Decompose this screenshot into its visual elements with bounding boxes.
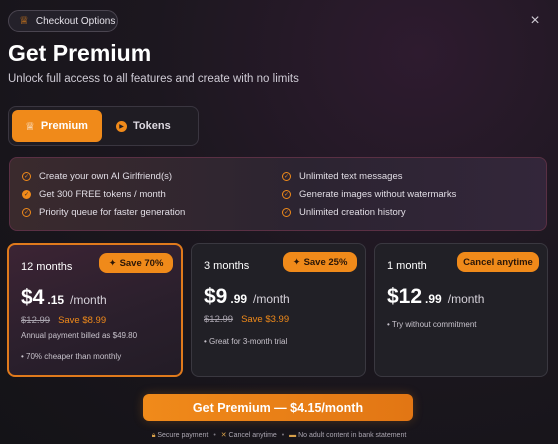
feature-label: Unlimited text messages bbox=[299, 171, 403, 182]
save-badge: ✦ Save 70% bbox=[99, 253, 173, 273]
billing-note: Annual payment billed as $49.80 bbox=[21, 331, 138, 340]
secure-payment-label: Secure payment bbox=[157, 432, 209, 439]
sparkle-icon: ✦ bbox=[108, 257, 117, 269]
feature-item: ✓ Generate images without watermarks bbox=[282, 189, 456, 200]
price-cents: .15 bbox=[47, 293, 65, 307]
lock-icon: 🔒︎ bbox=[151, 432, 156, 439]
plan-note: • Try without commitment bbox=[387, 320, 477, 329]
plan-price: $9 .99 /month bbox=[204, 285, 290, 309]
old-price: $12.99 bbox=[204, 314, 234, 325]
x-icon: ✕ bbox=[220, 432, 227, 439]
plan-type-tabs: ♕ Premium ▶ Tokens bbox=[8, 106, 199, 146]
plan-name: 1 month bbox=[387, 260, 427, 272]
save-amount: Save $8.99 bbox=[58, 315, 107, 326]
coin-icon: ▶ bbox=[116, 120, 127, 132]
price-main: $4 bbox=[21, 286, 45, 309]
plan-name: 3 months bbox=[204, 260, 250, 272]
plan-name: 12 months bbox=[21, 261, 73, 273]
cancel-anytime-footer-label: Cancel anytime bbox=[228, 432, 277, 439]
price-main: $12 bbox=[387, 285, 423, 308]
close-button[interactable]: × bbox=[528, 12, 542, 29]
feature-item: ✓ Unlimited text messages bbox=[282, 171, 402, 182]
checkout-options-pill[interactable]: ♕ Checkout Options bbox=[8, 10, 118, 32]
get-premium-button[interactable]: Get Premium — $4.15/month bbox=[143, 394, 413, 421]
feature-list: ✓ Create your own AI Girlfriend(s) ✓ Get… bbox=[9, 157, 547, 231]
tab-tokens[interactable]: ▶ Tokens bbox=[102, 110, 171, 142]
price-cents: .99 bbox=[230, 292, 248, 306]
feature-item: ✓ Priority queue for faster generation bbox=[22, 207, 185, 218]
check-circle-icon: ✓ bbox=[282, 190, 291, 199]
plan-card-3-months[interactable]: 3 months ✦ Save 25% $9 .99 /month $12.99… bbox=[191, 243, 366, 377]
trust-footer: 🔒︎ Secure payment • ✕ Cancel anytime • ▬… bbox=[0, 431, 558, 440]
separator: • bbox=[213, 432, 216, 439]
save-amount: Save $3.99 bbox=[241, 314, 290, 325]
tab-tokens-label: Tokens bbox=[133, 120, 171, 132]
check-circle-icon: ✓ bbox=[282, 172, 291, 181]
plan-card-1-month[interactable]: 1 month Cancel anytime $12 .99 /month • … bbox=[374, 243, 548, 377]
card-icon: ▬ bbox=[289, 432, 297, 439]
crown-icon: ♕ bbox=[19, 14, 29, 27]
no-adult-content-label: No adult content in bank statement bbox=[298, 432, 407, 439]
feature-label: Unlimited creation history bbox=[299, 207, 406, 218]
save-badge-label: Save 25% bbox=[303, 256, 348, 268]
price-period: /month bbox=[253, 292, 290, 306]
separator: • bbox=[281, 432, 285, 439]
plan-note: • Great for 3-month trial bbox=[204, 337, 288, 346]
crown-icon: ♕ bbox=[25, 120, 35, 133]
check-circle-icon: ✓ bbox=[22, 190, 31, 199]
premium-modal: ♕ Checkout Options × Get Premium Unlock … bbox=[0, 0, 558, 444]
feature-label: Priority queue for faster generation bbox=[39, 207, 186, 218]
price-period: /month bbox=[447, 292, 485, 306]
feature-label: Create your own AI Girlfriend(s) bbox=[39, 171, 173, 182]
check-circle-icon: ✓ bbox=[282, 208, 291, 217]
feature-item: ✓ Unlimited creation history bbox=[282, 207, 406, 218]
sparkle-icon: ✦ bbox=[292, 256, 301, 268]
page-title: Get Premium bbox=[8, 40, 152, 66]
price-cents: .99 bbox=[425, 292, 442, 306]
old-price: $12.99 bbox=[21, 315, 51, 326]
check-circle-icon: ✓ bbox=[22, 208, 31, 217]
close-icon: × bbox=[530, 12, 540, 29]
plan-price: $12 .99 /month bbox=[387, 285, 484, 309]
save-badge-label: Save 70% bbox=[119, 257, 164, 269]
price-period: /month bbox=[70, 293, 107, 307]
price-comparison: $12.99 Save $8.99 bbox=[21, 315, 106, 326]
check-circle-icon: ✓ bbox=[22, 172, 31, 181]
feature-item: ✓ Get 300 FREE tokens / month bbox=[22, 189, 166, 200]
save-badge: ✦ Save 25% bbox=[283, 252, 357, 272]
page-subtitle: Unlock full access to all features and c… bbox=[8, 73, 299, 85]
feature-item: ✓ Create your own AI Girlfriend(s) bbox=[22, 171, 172, 182]
plan-note: • 70% cheaper than monthly bbox=[21, 352, 122, 361]
cancel-anytime-badge: Cancel anytime bbox=[457, 252, 539, 272]
feature-label: Generate images without watermarks bbox=[299, 189, 457, 200]
tab-premium[interactable]: ♕ Premium bbox=[12, 110, 102, 142]
feature-label: Get 300 FREE tokens / month bbox=[39, 189, 166, 200]
get-premium-label: Get Premium — $4.15/month bbox=[192, 400, 364, 415]
checkout-options-label: Checkout Options bbox=[35, 15, 116, 27]
tab-premium-label: Premium bbox=[40, 120, 88, 132]
price-main: $9 bbox=[204, 285, 228, 308]
cancel-anytime-label: Cancel anytime bbox=[463, 256, 533, 268]
plan-price: $4 .15 /month bbox=[21, 286, 107, 310]
plan-card-12-months[interactable]: 12 months ✦ Save 70% $4 .15 /month $12.9… bbox=[7, 243, 183, 377]
price-comparison: $12.99 Save $3.99 bbox=[204, 314, 289, 325]
